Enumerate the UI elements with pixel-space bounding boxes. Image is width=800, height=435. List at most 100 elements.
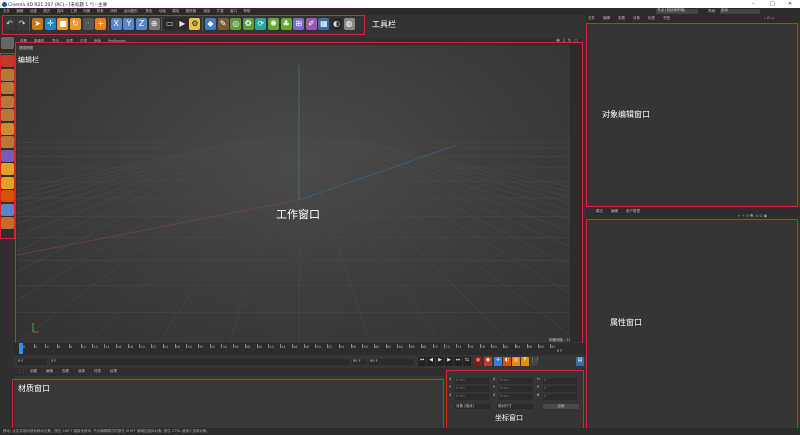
timeline-tick: 32 — [210, 345, 216, 349]
node-select[interactable]: 节点 (包括体积轴) — [656, 8, 698, 14]
viewport-highlight — [15, 42, 583, 344]
menu-item[interactable]: 样条 — [97, 9, 104, 14]
timeline-tick: 88 — [539, 345, 544, 349]
menu-item[interactable]: 运动图形 — [124, 9, 138, 14]
menu-item[interactable]: 模拟 — [172, 9, 179, 14]
timeline-tick: 8 — [69, 345, 73, 349]
material-menu-item[interactable]: 材质 — [94, 369, 101, 374]
toolbar-annotation: 工具栏 — [372, 20, 396, 29]
timeline-tick: 82 — [504, 345, 509, 349]
timeline-tick: 72 — [445, 345, 450, 349]
playhead[interactable] — [19, 343, 23, 354]
timeline-tick: 54 — [339, 345, 345, 349]
menu-item[interactable]: 帮助 — [243, 9, 250, 14]
attribute-menu-item[interactable]: 用户数据 — [626, 209, 640, 214]
timeline-tick: 56 — [351, 345, 356, 349]
object-menu-item[interactable]: 标签 — [648, 16, 655, 21]
record-icon[interactable]: ● — [474, 357, 482, 366]
attribute-nav-icons[interactable]: ← ↑ ↻ 🔍 ⊙ ⊡ ▣ — [738, 214, 767, 219]
timeline-tick: 90 — [551, 345, 556, 349]
key-rotation-icon[interactable]: ◎ — [512, 357, 520, 366]
next-key-icon[interactable]: ▶ — [445, 357, 453, 366]
material-grip-icon: ⋮⋮ — [18, 369, 25, 373]
interface-label: 界面: — [708, 9, 717, 13]
object-menu-item[interactable]: 查看 — [618, 16, 625, 21]
attribute-menu-item[interactable]: 编辑 — [611, 209, 618, 214]
start-frame[interactable]: 0 F — [50, 359, 350, 365]
current-frame[interactable]: 0 F — [17, 359, 47, 365]
window-title-bar: Cinema 4D R21.207 (RC) - [未标题 1 *] - 主要 … — [0, 0, 800, 8]
timeline-tick: 40 — [257, 345, 263, 349]
first-frame-icon[interactable]: ⏮ — [418, 357, 426, 366]
timeline-tick: 36 — [234, 345, 239, 349]
menu-item[interactable]: 文件 — [3, 9, 10, 14]
material-menu-item[interactable]: 编辑 — [46, 369, 53, 374]
timeline[interactable] — [14, 343, 586, 355]
key-grid-icon[interactable]: ⋮⋮ — [530, 357, 540, 366]
close-button[interactable]: ✕ — [788, 1, 792, 7]
timeline-tick: 20 — [140, 345, 145, 349]
timeline-tick: 18 — [128, 345, 134, 349]
menu-item[interactable]: 工具 — [70, 9, 77, 14]
menu-item[interactable]: 窗口 — [230, 9, 237, 14]
menu-item[interactable]: 体积 — [110, 9, 117, 14]
key-position-icon[interactable]: ◐ — [503, 357, 511, 366]
timeline-tick: 4 — [46, 345, 49, 349]
timeline-tick: 0 — [23, 345, 26, 349]
end-frame-2[interactable]: 90 F — [369, 359, 414, 365]
keyframe-icon[interactable]: ✛ — [494, 357, 502, 366]
material-highlight — [12, 379, 444, 430]
menu-item[interactable]: 跟踪器 — [186, 9, 197, 14]
timeline-tick: 80 — [492, 345, 497, 349]
minimize-button[interactable]: – — [752, 1, 755, 7]
object-search-icon[interactable]: ⌕ ⊡ ▭ — [764, 16, 774, 21]
timeline-tick: 86 — [527, 345, 532, 349]
timeline-tick: 10 — [81, 345, 87, 349]
menu-item[interactable]: 模式 — [43, 9, 50, 14]
material-menu-item[interactable]: 纹理 — [110, 369, 117, 374]
menu-item[interactable]: 选择 — [57, 9, 64, 14]
timeline-tick: 28 — [187, 345, 192, 349]
left-column-highlight — [0, 53, 15, 239]
timeline-tick: 48 — [304, 345, 310, 349]
key-param-icon[interactable]: P — [521, 357, 529, 366]
autokey-icon[interactable]: ◉ — [484, 357, 492, 366]
attribute-annotation: 属性窗口 — [610, 318, 642, 327]
material-menu-item[interactable]: 查看 — [62, 369, 69, 374]
menu-item[interactable]: 网格 — [83, 9, 90, 14]
object-menu-item[interactable]: 对象 — [633, 16, 640, 21]
attribute-menu-bar — [586, 208, 800, 215]
menu-item[interactable]: 创建 — [30, 9, 37, 14]
timeline-tick: 26 — [175, 345, 180, 349]
timeline-tick: 68 — [421, 345, 427, 349]
timeline-tick: 46 — [292, 345, 298, 349]
object-menu-item[interactable]: 书签 — [663, 16, 670, 21]
end-frame[interactable]: 90 F — [352, 359, 367, 365]
timeline-tick: 50 — [316, 345, 321, 349]
menu-item[interactable]: 编辑 — [16, 9, 23, 14]
timeline-tick: 22 — [152, 345, 157, 349]
timeline-tick: 38 — [245, 345, 251, 349]
timeline-icon[interactable]: ▤ — [576, 357, 584, 366]
loop-icon[interactable]: ⇆ — [463, 357, 471, 366]
menu-item[interactable]: 扩展 — [217, 9, 224, 14]
status-bar: 移动: 点击并拖动鼠标移动元素。按住 SHIFT 键量化移动; 节点编辑模式时按… — [0, 428, 800, 435]
last-frame-icon[interactable]: ⏭ — [454, 357, 462, 366]
make-editable-icon[interactable] — [1, 37, 14, 49]
menu-item[interactable]: 渲染 — [203, 9, 210, 14]
timeline-tick: 74 — [457, 345, 462, 349]
object-menu-item[interactable]: 编辑 — [603, 16, 610, 21]
material-menu-item[interactable]: 创建 — [30, 369, 37, 374]
attribute-menu-item[interactable]: 模式 — [596, 209, 603, 214]
viewport-annotation: 工作窗口 — [276, 208, 320, 221]
object-manager-annotation: 对象编辑窗口 — [602, 110, 650, 119]
maximize-button[interactable]: □ — [770, 1, 775, 7]
timeline-tick: 30 — [199, 345, 204, 349]
object-menu-item[interactable]: 文件 — [588, 16, 595, 21]
material-menu-item[interactable]: 选择 — [78, 369, 85, 374]
prev-key-icon[interactable]: ◀ — [427, 357, 435, 366]
play-icon[interactable]: ▶ — [436, 357, 444, 366]
interface-select[interactable]: 启动 — [720, 8, 760, 14]
menu-item[interactable]: 角色 — [145, 9, 152, 14]
menu-item[interactable]: 动画 — [159, 9, 166, 14]
